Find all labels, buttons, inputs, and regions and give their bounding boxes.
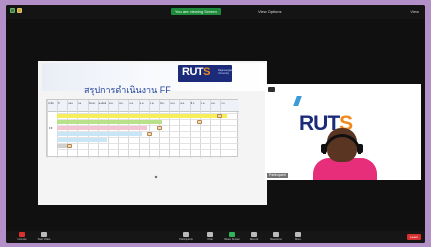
table-header-cell: พ.ย. — [119, 102, 124, 105]
chat-icon — [207, 232, 213, 237]
control-label: Chat — [207, 238, 213, 241]
table-header-cell: มี.ค. — [160, 102, 165, 105]
control-label: More — [295, 238, 301, 241]
table-header-cell: ต.ค. — [109, 102, 114, 105]
progress-bar — [57, 120, 162, 124]
row-group-label: FF — [49, 126, 53, 130]
table-header-cell: ส.ค. — [211, 102, 216, 105]
table-header-cell: ผลลัพธ์ — [98, 102, 107, 105]
control-label: Start Video — [37, 238, 51, 241]
table-header-cell: ม.ค. — [139, 102, 145, 105]
view-options-button[interactable]: View Options — [258, 9, 282, 14]
table-header-cell: ธ.ค. — [129, 102, 134, 105]
status-marker-icon — [197, 120, 202, 124]
microphone-icon — [19, 232, 25, 237]
progress-bar — [57, 114, 227, 118]
shared-screen: RUTS Rajamangala University สรุปการดำเนิ… — [38, 61, 267, 205]
headphone-ear-left — [321, 144, 327, 153]
table-column — [47, 100, 48, 158]
slide-title: สรุปการดำเนินงาน FF — [84, 85, 171, 95]
more-button[interactable]: More — [286, 232, 310, 242]
mouse-cursor-icon — [154, 175, 158, 179]
control-label: Unmute — [17, 238, 27, 241]
meeting-controls: Unmute Start Video Participants Chat Share S… — [6, 231, 425, 243]
video-camera-button[interactable]: Start Video — [32, 232, 56, 242]
participant-video[interactable]: RUTS Participant — [265, 84, 421, 180]
sharing-banner[interactable]: You are viewing Screen — [171, 8, 221, 15]
record-icon — [251, 232, 257, 237]
table-header-cell: ร้อยละ — [88, 102, 96, 105]
microphone-button[interactable]: Unmute — [10, 232, 34, 242]
share-screen-icon — [229, 232, 235, 237]
logo-mark-icon — [293, 96, 302, 106]
table-header-cell: ก.ย. — [221, 102, 226, 105]
participants-button[interactable]: Participants — [174, 232, 198, 242]
table-header-cell: ก.พ. — [149, 102, 155, 105]
control-label: Share Screen — [224, 238, 240, 241]
chat-button[interactable]: Chat — [198, 232, 222, 242]
control-label: Record — [249, 238, 259, 241]
participant-avatar — [313, 128, 377, 180]
more-icon — [295, 232, 301, 237]
slide-header: RUTS Rajamangala University สรุปการดำเนิ… — [42, 63, 266, 95]
table-row — [57, 149, 239, 154]
top-bar: You are viewing Screen View Options View — [6, 5, 425, 19]
view-button[interactable]: View — [410, 9, 419, 14]
progress-bar — [57, 132, 142, 136]
security-shield-icon[interactable] — [10, 8, 15, 13]
table-header-cell: แผน — [68, 102, 73, 105]
progress-bar — [57, 126, 147, 130]
status-marker-icon — [67, 144, 72, 148]
status-marker-icon — [157, 126, 162, 130]
table-header-cell: พ.ค. — [180, 102, 185, 105]
meeting-window: You are viewing Screen View Options View… — [6, 5, 425, 243]
logo-subtitle: Rajamangala University — [218, 69, 233, 75]
camera-icon — [268, 87, 275, 92]
table-header-cell: เม.ย. — [170, 102, 176, 105]
rutss-logo: RUTS Rajamangala University — [178, 65, 233, 82]
meeting-info — [10, 8, 22, 13]
share-screen-button[interactable]: Share Screen — [220, 232, 244, 242]
progress-bar — [57, 138, 107, 142]
table-header-cell: ผล — [78, 102, 82, 105]
table-header-cell: ลำดับ — [48, 102, 54, 105]
control-label: Reactions — [270, 238, 282, 241]
record-button[interactable]: Record — [242, 232, 266, 242]
table-header-cell: ปี — [58, 102, 60, 105]
progress-bar — [57, 144, 67, 148]
participant-name: Participant — [267, 173, 288, 178]
status-marker-icon — [217, 114, 222, 118]
participants-icon — [183, 232, 189, 237]
summary-table: ลำดับ ปี แผน ผล ร้อยละ ผลลัพธ์ ต.ค. พ.ย. ธ.ค. ม.ค… — [46, 99, 239, 158]
reactions-icon — [273, 232, 279, 237]
video-camera-icon — [41, 232, 47, 237]
reactions-button[interactable]: Reactions — [264, 232, 288, 242]
control-label: Participants — [179, 238, 193, 241]
headphone-ear-right — [357, 144, 363, 153]
meeting-info-icon[interactable] — [17, 8, 22, 13]
table-header-cell: ก.ค. — [200, 102, 206, 105]
leave-button[interactable]: Leave — [407, 234, 421, 240]
table-row — [57, 143, 239, 148]
status-marker-icon — [147, 132, 152, 136]
table-header-cell: มิ.ย. — [190, 102, 195, 105]
